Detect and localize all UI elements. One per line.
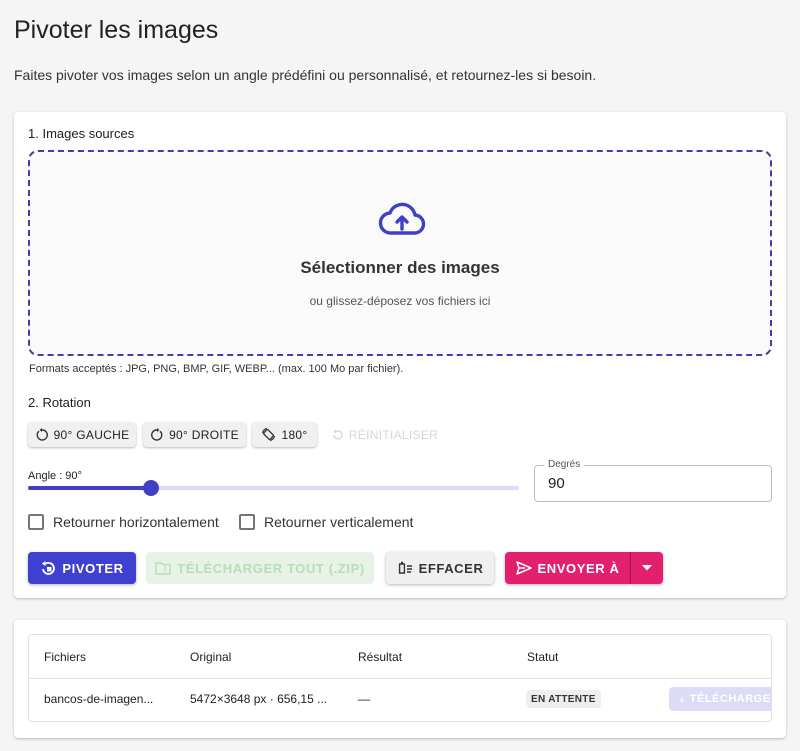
send-to-menu-button[interactable] (631, 552, 663, 584)
files-table-card: Fichiers Original Résultat Statut bancos… (14, 620, 786, 738)
cell-file-name: bancos-de-imagen... (44, 692, 154, 706)
flip-vertical-label: Retourner verticalement (264, 514, 414, 530)
clear-button[interactable]: EFFACER (386, 552, 494, 584)
column-header-original: Original (190, 650, 232, 664)
degrees-field[interactable]: Degrés (534, 459, 772, 502)
degrees-field-label: Degrés (544, 459, 585, 470)
flip-vertical-checkbox-box[interactable] (239, 514, 255, 530)
rotate-button[interactable]: PIVOTER (28, 552, 136, 584)
image-dropzone[interactable]: Sélectionner des images ou glissez-dépos… (28, 150, 772, 356)
reset-rotation-label: RÉINITIALISER (348, 427, 439, 442)
rotate-icon (42, 561, 56, 575)
table-header-divider (29, 678, 771, 679)
page-subtitle: Faites pivoter vos images selon un angle… (14, 67, 597, 83)
download-icon (679, 696, 685, 702)
rotate-left-icon (36, 427, 48, 441)
rotate-settings-card: 1. Images sources Sélectionner des image… (14, 112, 786, 598)
clear-list-icon (398, 561, 412, 574)
slider-thumb[interactable] (142, 480, 159, 496)
slider-track (28, 486, 151, 490)
cell-result: — (358, 692, 370, 706)
send-to-label: ENVOYER À (537, 560, 620, 576)
rotation-section-label: 2. Rotation (28, 395, 91, 410)
column-header-result: Résultat (358, 650, 403, 664)
send-icon (515, 561, 532, 575)
download-all-label: TÉLÉCHARGER TOUT (.ZIP) (177, 560, 365, 576)
status-badge: EN ATTENTE (526, 690, 601, 708)
flip-horizontal-checkbox-box[interactable] (28, 514, 44, 530)
formats-note: Formats acceptés : JPG, PNG, BMP, GIF, W… (29, 363, 404, 375)
caret-down-icon (642, 565, 652, 571)
cell-original-info: 5472×3648 px · 656,15 ... (190, 692, 328, 706)
sources-section-label: 1. Images sources (28, 126, 135, 141)
column-header-files: Fichiers (44, 650, 87, 664)
rotate-180-icon (262, 427, 276, 442)
rotate-left-90-button[interactable]: 90° GAUCHE (28, 422, 136, 447)
cloud-upload-icon (378, 202, 426, 235)
dropzone-title: Sélectionner des images (300, 258, 500, 277)
rotate-left-90-label: 90° GAUCHE (53, 427, 130, 442)
rotate-right-icon (151, 427, 163, 441)
row-download-label: TÉLÉCHARGER (689, 693, 772, 705)
rotate-button-label: PIVOTER (62, 560, 124, 576)
column-header-status: Statut (527, 650, 559, 664)
flip-horizontal-label: Retourner horizontalement (53, 514, 219, 530)
send-to-button[interactable]: ENVOYER À (505, 552, 630, 584)
page-title: Pivoter les images (14, 16, 219, 44)
rotate-180-label: 180° (281, 427, 308, 442)
row-download-button[interactable]: TÉLÉCHARGER (669, 687, 772, 711)
flip-vertical-checkbox[interactable]: Retourner verticalement (239, 514, 413, 530)
reset-rotation-button[interactable]: RÉINITIALISER (330, 422, 440, 447)
rotate-180-button[interactable]: 180° (252, 422, 317, 447)
clear-button-label: EFFACER (418, 560, 484, 576)
files-table: Fichiers Original Résultat Statut bancos… (28, 634, 772, 722)
angle-slider[interactable] (28, 480, 519, 496)
reset-icon (332, 429, 343, 440)
download-all-zip-button[interactable]: TÉLÉCHARGER TOUT (.ZIP) (146, 552, 374, 584)
dropzone-subtitle: ou glissez-déposez vos fichiers ici (309, 294, 491, 308)
flip-horizontal-checkbox[interactable]: Retourner horizontalement (28, 514, 219, 530)
degrees-input[interactable] (548, 475, 748, 492)
folder-zip-icon (155, 562, 171, 575)
rotate-right-90-button[interactable]: 90° DROITE (143, 422, 246, 447)
rotate-right-90-label: 90° DROITE (169, 427, 239, 442)
